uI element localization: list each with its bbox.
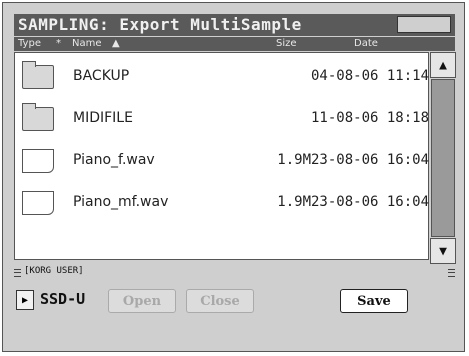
file-date: 23-08-06 16:04: [311, 194, 430, 210]
file-name: BACKUP: [73, 68, 130, 84]
open-button[interactable]: Open: [108, 289, 176, 313]
device-label: SSD-U: [40, 290, 86, 308]
vertical-scrollbar[interactable]: ▲ ▼: [430, 52, 456, 264]
grip-lines-icon: [14, 269, 21, 277]
close-button[interactable]: Close: [186, 289, 254, 313]
file-name: MIDIFILE: [73, 110, 133, 126]
column-name[interactable]: Name: [72, 38, 102, 49]
file-size: 1.9M: [277, 194, 311, 210]
column-date[interactable]: Date: [354, 38, 378, 49]
column-header: Type * Name ▲ Size Date: [14, 37, 455, 51]
device-select-arrow-icon[interactable]: ▶: [16, 290, 34, 310]
column-type[interactable]: Type: [18, 38, 41, 49]
file-size: 1.9M: [277, 152, 311, 168]
file-date: 23-08-06 16:04: [311, 152, 430, 168]
grip-lines-icon: [448, 269, 455, 277]
sort-ascending-icon: ▲: [112, 38, 120, 49]
title-bar-box: [397, 16, 451, 33]
list-item[interactable]: MIDIFILE 11-08-06 18:18: [15, 97, 430, 139]
file-name: Piano_f.wav: [73, 152, 155, 168]
title-bar: SAMPLING: Export MultiSample: [14, 14, 455, 36]
file-icon: [22, 149, 54, 173]
folder-icon: [22, 103, 54, 131]
list-item[interactable]: BACKUP 04-08-06 11:14: [15, 55, 430, 97]
current-path: [KORG USER]: [24, 266, 84, 276]
list-item[interactable]: Piano_mf.wav 1.9M 23-08-06 16:04: [15, 181, 430, 223]
file-date: 11-08-06 18:18: [311, 110, 430, 126]
save-button[interactable]: Save: [340, 289, 408, 313]
file-date: 04-08-06 11:14: [311, 68, 430, 84]
scroll-thumb[interactable]: [431, 79, 455, 237]
window-title: SAMPLING: Export MultiSample: [18, 15, 302, 34]
folder-icon: [22, 61, 54, 89]
scroll-up-arrow-icon[interactable]: ▲: [430, 52, 456, 78]
column-star: *: [56, 38, 61, 49]
column-size[interactable]: Size: [276, 38, 297, 49]
file-icon: [22, 191, 54, 215]
file-list: BACKUP 04-08-06 11:14 MIDIFILE 11-08-06 …: [14, 52, 429, 260]
list-item[interactable]: Piano_f.wav 1.9M 23-08-06 16:04: [15, 139, 430, 181]
path-bar: [KORG USER]: [14, 266, 455, 278]
file-name: Piano_mf.wav: [73, 194, 169, 210]
scroll-down-arrow-icon[interactable]: ▼: [430, 238, 456, 264]
